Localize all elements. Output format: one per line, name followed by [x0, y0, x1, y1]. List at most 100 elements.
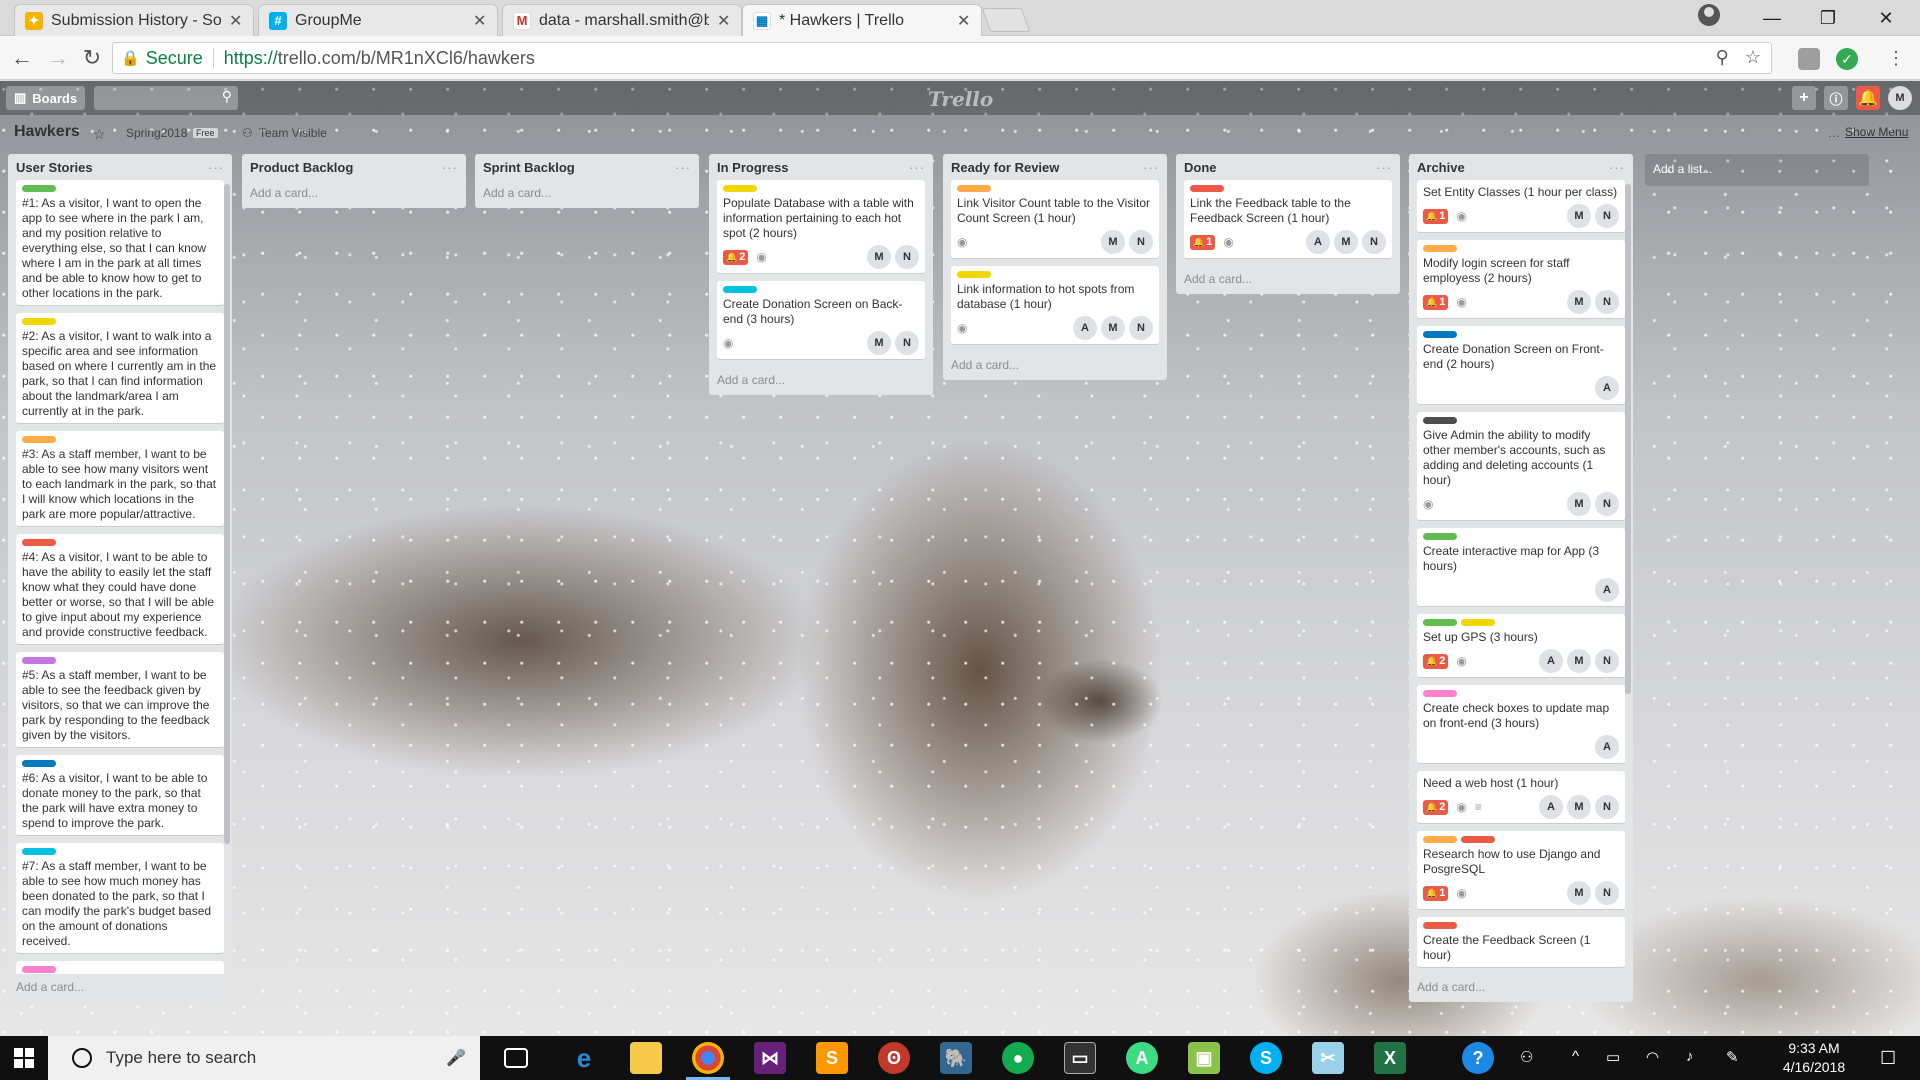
- card-label-yellow[interactable]: [723, 185, 757, 192]
- menu-dots-icon[interactable]: ⋮: [1882, 44, 1910, 72]
- card[interactable]: Create check boxes to update map on fron…: [1417, 685, 1625, 764]
- list-title[interactable]: In Progress: [717, 160, 789, 175]
- zoom-icon[interactable]: ⚲: [1716, 47, 1729, 68]
- android-studio-icon[interactable]: A: [1126, 1042, 1158, 1074]
- list-menu-icon[interactable]: ···: [675, 160, 691, 175]
- card[interactable]: Modify login screen for staff employess …: [1417, 240, 1625, 319]
- card-label-red[interactable]: [22, 539, 56, 546]
- card[interactable]: Set Entity Classes (1 hour per class) 🔔 1 ◉…: [1417, 180, 1625, 233]
- card-label-red[interactable]: [1423, 922, 1457, 929]
- list-scrollbar[interactable]: [224, 184, 230, 844]
- card-label-orange[interactable]: [22, 436, 56, 443]
- back-icon[interactable]: ←: [8, 44, 36, 72]
- card-label-black[interactable]: [1423, 417, 1457, 424]
- card[interactable]: #8: As a visitor, I want to see a blank: [16, 961, 224, 974]
- close-icon[interactable]: ✕: [473, 11, 487, 31]
- card-label-blue[interactable]: [1423, 331, 1457, 338]
- list-title[interactable]: Ready for Review: [951, 160, 1059, 175]
- pen-icon[interactable]: ✎: [1726, 1048, 1739, 1066]
- list-title[interactable]: Sprint Backlog: [483, 160, 575, 175]
- card[interactable]: #2: As a visitor, I want to walk into a …: [16, 313, 224, 424]
- member-avatar[interactable]: M: [1567, 290, 1591, 314]
- member-avatar[interactable]: M: [1567, 492, 1591, 516]
- list-menu-icon[interactable]: ···: [909, 160, 925, 175]
- edge-icon[interactable]: e: [568, 1042, 600, 1074]
- card[interactable]: Create the Feedback Screen (1 hour): [1417, 917, 1625, 968]
- people-icon[interactable]: ⚇: [1520, 1048, 1533, 1066]
- card[interactable]: Link the Feedback table to the Feedback …: [1184, 180, 1392, 259]
- reload-icon[interactable]: ↻: [78, 44, 106, 72]
- windows-start-icon[interactable]: [14, 1048, 34, 1068]
- close-icon[interactable]: ✕: [717, 11, 731, 31]
- skype-icon[interactable]: S: [1250, 1042, 1282, 1074]
- member-avatar[interactable]: N: [1595, 204, 1619, 228]
- close-icon[interactable]: ✕: [229, 11, 243, 31]
- boards-button[interactable]: ▥ Boards: [6, 86, 86, 110]
- card[interactable]: Create Donation Screen on Front-end (2 h…: [1417, 326, 1625, 405]
- add-card-button[interactable]: Add a card...: [1176, 266, 1400, 294]
- file-explorer-icon[interactable]: [630, 1042, 662, 1074]
- member-avatar[interactable]: A: [1539, 795, 1563, 819]
- member-avatar[interactable]: A: [1073, 316, 1097, 340]
- card-label-green[interactable]: [1423, 533, 1457, 540]
- visibility-label[interactable]: Team Visible: [259, 126, 327, 140]
- list-title[interactable]: Archive: [1417, 160, 1465, 175]
- add-card-button[interactable]: Add a card...: [242, 180, 466, 208]
- tab-gmail[interactable]: M data - marshall.smith@b ✕: [502, 4, 742, 36]
- card-label-green[interactable]: [1423, 619, 1457, 626]
- member-avatar[interactable]: M: [1567, 649, 1591, 673]
- card-label-pink[interactable]: [1423, 690, 1457, 697]
- card-label-pink[interactable]: [22, 966, 56, 973]
- board-search-input[interactable]: ⚲: [94, 86, 238, 110]
- task-view-icon[interactable]: [504, 1048, 528, 1068]
- list-menu-icon[interactable]: ···: [1609, 160, 1625, 175]
- trello-logo[interactable]: Trello: [928, 87, 993, 111]
- add-icon[interactable]: +: [1792, 86, 1816, 110]
- add-card-button[interactable]: Add a card...: [1409, 974, 1633, 1002]
- member-avatar[interactable]: N: [1362, 230, 1386, 254]
- card-label-sky[interactable]: [723, 286, 757, 293]
- microphone-icon[interactable]: 🎤: [446, 1048, 466, 1068]
- member-avatar[interactable]: M: [1567, 795, 1591, 819]
- member-avatar[interactable]: M: [1101, 230, 1125, 254]
- tab-trello[interactable]: ▦ * Hawkers | Trello ✕: [742, 4, 982, 36]
- card[interactable]: Create interactive map for App (3 hours)…: [1417, 528, 1625, 607]
- card-label-yellow[interactable]: [22, 318, 56, 325]
- new-tab-button[interactable]: [981, 8, 1031, 32]
- card[interactable]: #5: As a staff member, I want to be able…: [16, 652, 224, 748]
- star-board-icon[interactable]: ☆: [93, 126, 106, 143]
- more-icon[interactable]: …: [1828, 126, 1840, 140]
- card-label-orange[interactable]: [1423, 836, 1457, 843]
- member-avatar[interactable]: M: [867, 331, 891, 355]
- close-window-icon[interactable]: ✕: [1858, 0, 1914, 36]
- card[interactable]: #7: As a staff member, I want to be able…: [16, 843, 224, 954]
- snipping-tool-icon[interactable]: ✂: [1312, 1042, 1344, 1074]
- team-name[interactable]: Spring2018: [126, 126, 187, 140]
- visual-studio-icon[interactable]: ⋈: [754, 1042, 786, 1074]
- card[interactable]: Create Donation Screen on Back-end (3 ho…: [717, 281, 925, 360]
- tab-submission-history[interactable]: ✦ Submission History - Sof ✕: [14, 4, 254, 36]
- member-avatar[interactable]: N: [1595, 649, 1619, 673]
- list-menu-icon[interactable]: ···: [1143, 160, 1159, 175]
- card[interactable]: #4: As a visitor, I want to be able to h…: [16, 534, 224, 645]
- member-avatar[interactable]: N: [895, 245, 919, 269]
- owl-app-icon[interactable]: ʘ: [878, 1042, 910, 1074]
- card[interactable]: Link information to hot spots from datab…: [951, 266, 1159, 345]
- terminal-icon[interactable]: ▭: [1064, 1042, 1096, 1074]
- list-title[interactable]: Done: [1184, 160, 1217, 175]
- card[interactable]: Need a web host (1 hour) 🔔 2 ◉ ≡ A M N: [1417, 771, 1625, 824]
- card[interactable]: #6: As a visitor, I want to be able to d…: [16, 755, 224, 836]
- board-title[interactable]: Hawkers: [14, 123, 80, 141]
- excel-icon[interactable]: X: [1374, 1042, 1406, 1074]
- add-list-button[interactable]: Add a list...: [1645, 154, 1869, 186]
- member-avatar[interactable]: A: [1539, 649, 1563, 673]
- card-label-orange[interactable]: [1423, 245, 1457, 252]
- member-avatar[interactable]: M: [1101, 316, 1125, 340]
- card-label-orange[interactable]: [957, 185, 991, 192]
- member-avatar[interactable]: A: [1595, 376, 1619, 400]
- member-avatar[interactable]: M: [1567, 881, 1591, 905]
- card-label-blue[interactable]: [22, 760, 56, 767]
- list-menu-icon[interactable]: ···: [442, 160, 458, 175]
- sublime-icon[interactable]: S: [816, 1042, 848, 1074]
- android-device-icon[interactable]: ▣: [1188, 1042, 1220, 1074]
